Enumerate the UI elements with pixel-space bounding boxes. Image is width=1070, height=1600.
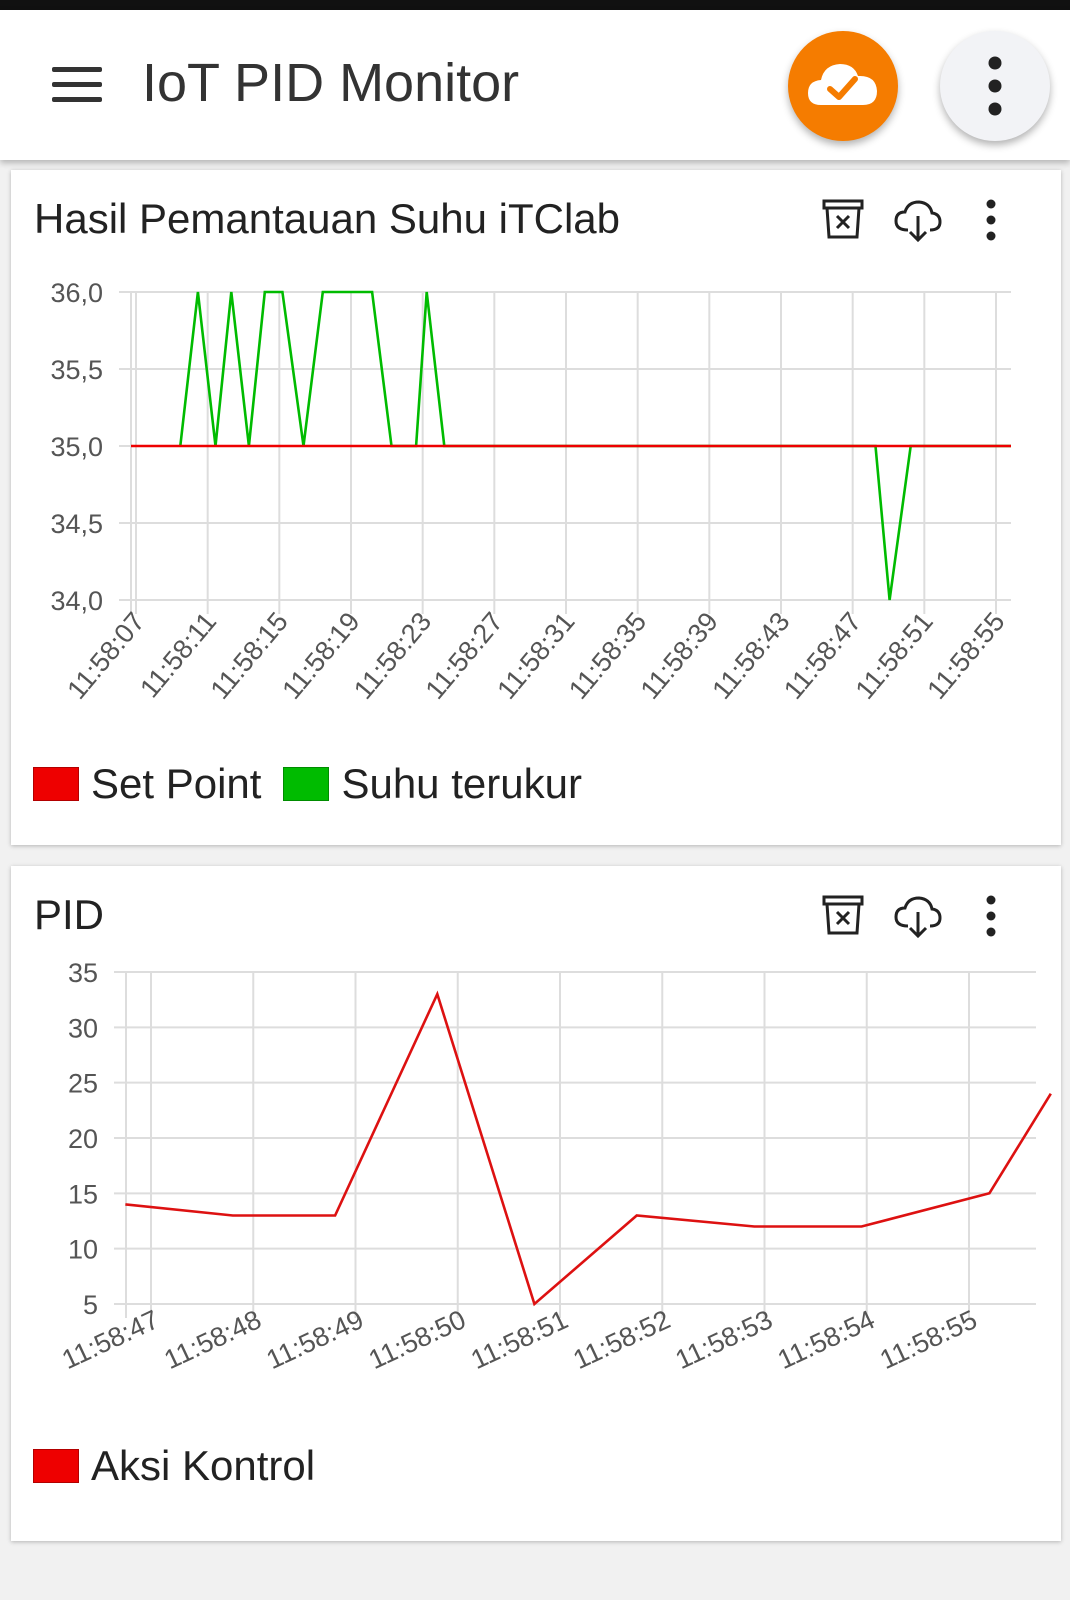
x-tick-label: 11:58:51 [466,1304,572,1375]
x-tick-label: 11:58:50 [364,1304,470,1375]
app-bar: IoT PID Monitor [0,10,1070,160]
x-tick-label: 11:58:49 [262,1304,368,1375]
app-title: IoT PID Monitor [142,53,520,113]
cloud-check-icon [808,64,877,105]
y-tick-label: 20 [68,1124,98,1154]
x-tick-label: 11:58:53 [671,1304,777,1375]
y-tick-label: 35 [68,958,98,988]
legend-label: Set Point [91,760,262,807]
legend-swatch [283,767,330,801]
chart-legend: Set Point Suhu terukur [33,760,604,808]
legend-item-control-action[interactable]: Aksi Kontrol [33,1442,315,1490]
x-tick-label: 11:58:55 [875,1304,981,1375]
x-tick-label: 11:58:47 [57,1304,163,1375]
x-tick-label: 11:58:48 [160,1304,266,1375]
y-tick-label: 10 [68,1235,98,1265]
x-tick-label: 11:58:54 [773,1304,879,1375]
y-tick-label: 36,0 [50,278,103,308]
legend-swatch [33,767,79,801]
temperature-chart-card: Hasil Pemantauan Suhu iTClab 36,0 35,5 35,… [11,170,1061,845]
legend-item-measured-temperature[interactable]: Suhu terukur [283,760,582,808]
cloud-sync-button[interactable] [788,31,898,141]
x-tick-label: 11:58:52 [569,1304,675,1375]
status-bar [0,0,1070,10]
hamburger-menu-icon[interactable] [40,50,110,120]
y-tick-label: 35,0 [50,432,103,462]
y-tick-label: 34,0 [50,586,103,616]
chart-legend: Aksi Kontrol [33,1442,337,1490]
series-line-aksi-kontrol [125,990,1052,1307]
y-tick-label: 25 [68,1069,98,1099]
legend-item-set-point[interactable]: Set Point [33,760,261,808]
y-tick-label: 5 [83,1290,98,1320]
y-tick-label: 30 [68,1013,98,1043]
legend-label: Aksi Kontrol [91,1442,316,1489]
x-tick-label: 11:58:07 [61,607,150,705]
legend-swatch [33,1449,79,1483]
overflow-menu-button[interactable] [940,31,1050,141]
pid-line-chart: 353025201510511:58:4711:58:4811:58:4911:… [57,958,1052,1375]
chart-grid [114,971,1036,1318]
more-vert-icon [988,56,1002,116]
x-tick-label: 11:58:55 [921,607,1010,705]
temperature-line-chart: 36,035,535,034,534,011:58:0711:58:1111:5… [50,278,1011,705]
y-tick-label: 35,5 [50,355,103,385]
pid-chart-card: PID 35 30 25 20 15 10 5 11:58:47 11:58:48 11:58:4… [11,866,1061,1541]
y-tick-label: 34,5 [50,509,103,539]
y-tick-label: 15 [68,1179,98,1209]
bottom-spacer [0,1548,1070,1600]
legend-label: Suhu terukur [341,760,582,807]
